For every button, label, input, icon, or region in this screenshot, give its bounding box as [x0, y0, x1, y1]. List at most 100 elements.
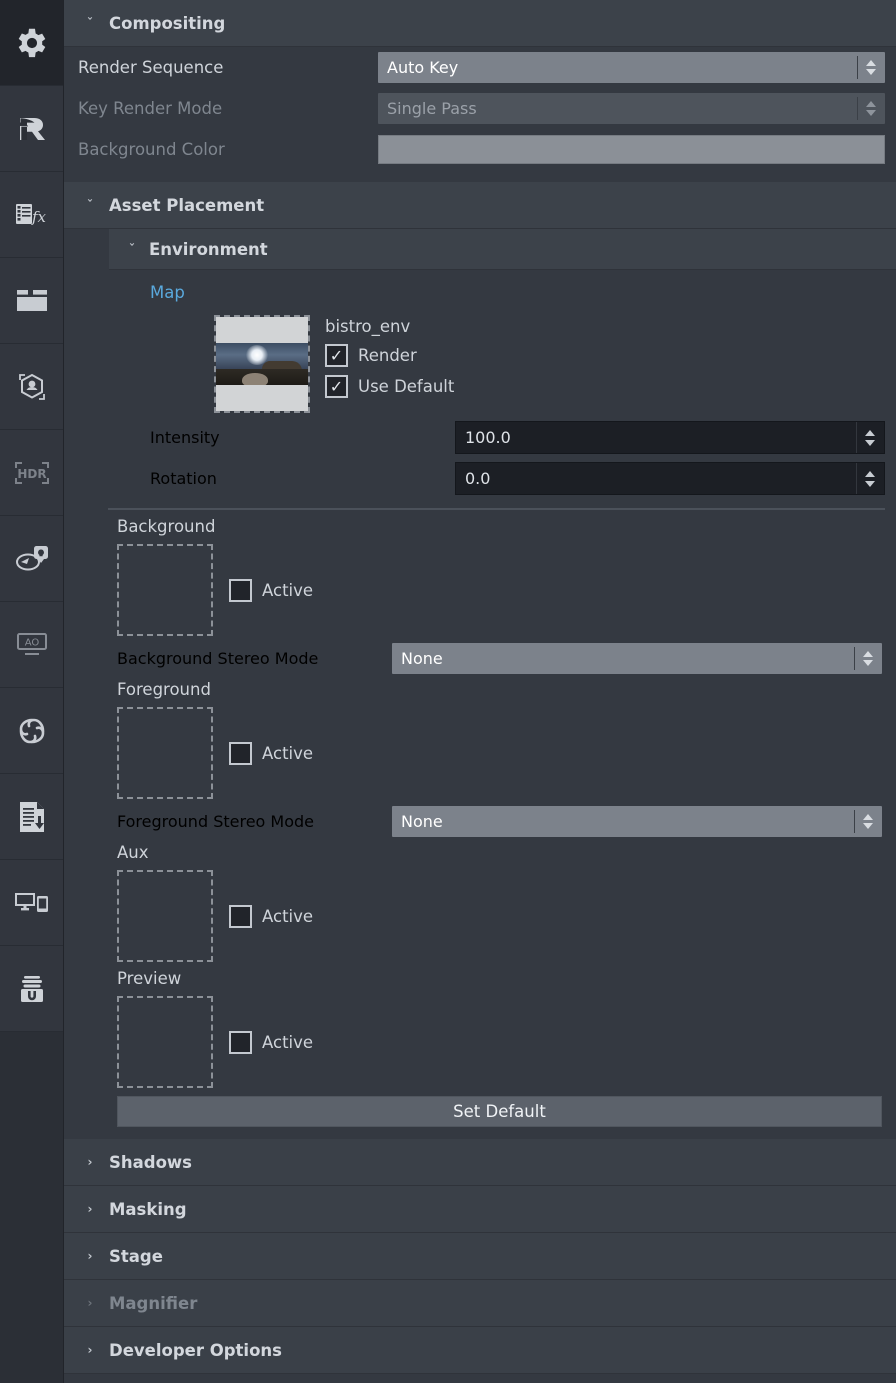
- rail-item-swirl[interactable]: [0, 688, 63, 774]
- chevron-right-icon: ›: [87, 1155, 93, 1169]
- u-case-icon: [13, 970, 51, 1008]
- chevron-down-icon: [866, 110, 876, 116]
- chevron-up-icon: [866, 101, 876, 107]
- subsection-row-environment: ˇ Environment: [64, 229, 896, 270]
- section-title-asset-placement: Asset Placement: [109, 195, 265, 215]
- color-swatch-background[interactable]: [378, 135, 885, 164]
- rail-item-settings-gear[interactable]: [0, 0, 63, 86]
- label-aux: Aux: [117, 843, 149, 862]
- rail-item-hdr[interactable]: HDR: [0, 430, 63, 516]
- stepper-rotation[interactable]: [861, 463, 879, 494]
- spinner-arrows[interactable]: [863, 52, 879, 83]
- label-foreground-stereo-mode: Foreground Stereo Mode: [117, 811, 314, 831]
- row-key-render-mode: Key Render Mode Single Pass: [64, 88, 896, 129]
- capture-object-icon: [12, 367, 52, 407]
- chevron-up-icon: [863, 813, 873, 820]
- slot-background: Background Active: [64, 517, 896, 636]
- chevron-down-icon: ˇ: [87, 198, 93, 212]
- stepper-intensity[interactable]: [861, 422, 879, 453]
- combo-divider: [854, 646, 855, 670]
- dropzone-aux[interactable]: [117, 870, 213, 962]
- combo-key-render-mode-value: Single Pass: [387, 99, 477, 118]
- checkbox-foreground-active[interactable]: [229, 741, 252, 765]
- rail-item-filmstrip[interactable]: [0, 258, 63, 344]
- row-foreground-stereo-mode: Foreground Stereo Mode None: [64, 799, 896, 843]
- combo-background-stereo-mode-value: None: [401, 648, 443, 668]
- checkbox-label-render: Render: [358, 346, 417, 365]
- row-rotation: Rotation 0.0: [64, 458, 896, 499]
- rail-item-render-r[interactable]: [0, 86, 63, 172]
- chevron-down-icon: [866, 69, 876, 75]
- rail-item-u-case[interactable]: [0, 946, 63, 1032]
- rail-item-lighting[interactable]: [0, 516, 63, 602]
- checkbox-row-render[interactable]: ✓ Render: [325, 344, 454, 367]
- environment-map-thumbnail[interactable]: [214, 315, 310, 413]
- checkbox-aux-active[interactable]: [229, 904, 252, 928]
- combo-render-sequence[interactable]: Auto Key: [378, 52, 885, 83]
- section-header-shadows[interactable]: › Shadows: [64, 1139, 896, 1186]
- section-header-asset-placement[interactable]: ˇ Asset Placement: [64, 182, 896, 229]
- chevron-up-icon[interactable]: [865, 429, 875, 436]
- hdr-icon: HDR: [11, 460, 53, 486]
- indent-gutter: [64, 680, 117, 799]
- separator-row: [64, 499, 896, 517]
- checkbox-row-background-active[interactable]: Active: [229, 578, 314, 602]
- dropzone-foreground[interactable]: [117, 707, 213, 799]
- indent-gutter: [64, 508, 108, 510]
- spinner-arrows[interactable]: [860, 643, 876, 674]
- set-default-button[interactable]: Set Default: [117, 1096, 882, 1127]
- render-r-icon: [12, 109, 52, 149]
- numeric-field-rotation-value: 0.0: [465, 469, 491, 488]
- chevron-up-icon: [863, 650, 873, 657]
- row-map-link: Map: [64, 270, 896, 315]
- section-header-developer-options[interactable]: › Developer Options: [64, 1327, 896, 1374]
- swirl-icon: [12, 711, 52, 751]
- label-background: Background: [117, 517, 216, 536]
- chevron-down-icon[interactable]: [865, 439, 875, 446]
- slot-preview: Preview Active: [64, 969, 896, 1088]
- label-background-color: Background Color: [78, 140, 225, 159]
- checkbox-render[interactable]: ✓: [325, 344, 348, 367]
- properties-panel: ˇ Compositing Render Sequence Auto Key K…: [64, 0, 896, 1383]
- checkbox-label-background-active: Active: [262, 580, 314, 600]
- label-foreground: Foreground: [117, 680, 211, 699]
- checkbox-background-active[interactable]: [229, 578, 252, 602]
- section-title-developer-options: Developer Options: [109, 1340, 282, 1360]
- checkbox-row-foreground-active[interactable]: Active: [229, 741, 313, 765]
- checkbox-use-default[interactable]: ✓: [325, 375, 348, 398]
- section-header-environment[interactable]: ˇ Environment: [109, 229, 896, 270]
- rail-item-capture-object[interactable]: [0, 344, 63, 430]
- combo-foreground-stereo-mode[interactable]: None: [392, 805, 882, 837]
- chevron-right-icon: ›: [87, 1249, 93, 1263]
- checkbox-row-preview-active[interactable]: Active: [229, 1030, 314, 1054]
- combo-divider: [857, 97, 858, 120]
- numeric-field-rotation[interactable]: 0.0: [455, 462, 885, 495]
- dropzone-background[interactable]: [117, 544, 213, 636]
- section-title-shadows: Shadows: [109, 1152, 192, 1172]
- icon-rail: fx HDR AO: [0, 0, 64, 1383]
- rail-item-devices[interactable]: [0, 860, 63, 946]
- map-link[interactable]: Map: [150, 283, 185, 302]
- chevron-up-icon[interactable]: [865, 470, 875, 477]
- rail-item-export-document[interactable]: [0, 774, 63, 860]
- label-rotation: Rotation: [150, 469, 217, 488]
- section-header-magnifier: › Magnifier: [64, 1280, 896, 1327]
- checkbox-label-preview-active: Active: [262, 1032, 314, 1052]
- rail-item-ao[interactable]: AO: [0, 602, 63, 688]
- checkbox-row-use-default[interactable]: ✓ Use Default: [325, 375, 454, 398]
- section-header-masking[interactable]: › Masking: [64, 1186, 896, 1233]
- combo-background-stereo-mode[interactable]: None: [392, 642, 882, 674]
- checkbox-preview-active[interactable]: [229, 1030, 252, 1054]
- rail-item-effects-fx[interactable]: fx: [0, 172, 63, 258]
- section-header-stage[interactable]: › Stage: [64, 1233, 896, 1280]
- dropzone-preview[interactable]: [117, 996, 213, 1088]
- spinner-arrows[interactable]: [860, 806, 876, 837]
- effects-fx-icon: fx: [12, 198, 52, 232]
- checkbox-row-aux-active[interactable]: Active: [229, 904, 313, 928]
- indent-gutter: [64, 843, 117, 962]
- section-header-compositing[interactable]: ˇ Compositing: [64, 0, 896, 47]
- indent-gutter: [64, 315, 214, 413]
- numeric-field-intensity[interactable]: 100.0: [455, 421, 885, 454]
- chevron-down-icon[interactable]: [865, 480, 875, 487]
- slot-aux: Aux Active: [64, 843, 896, 962]
